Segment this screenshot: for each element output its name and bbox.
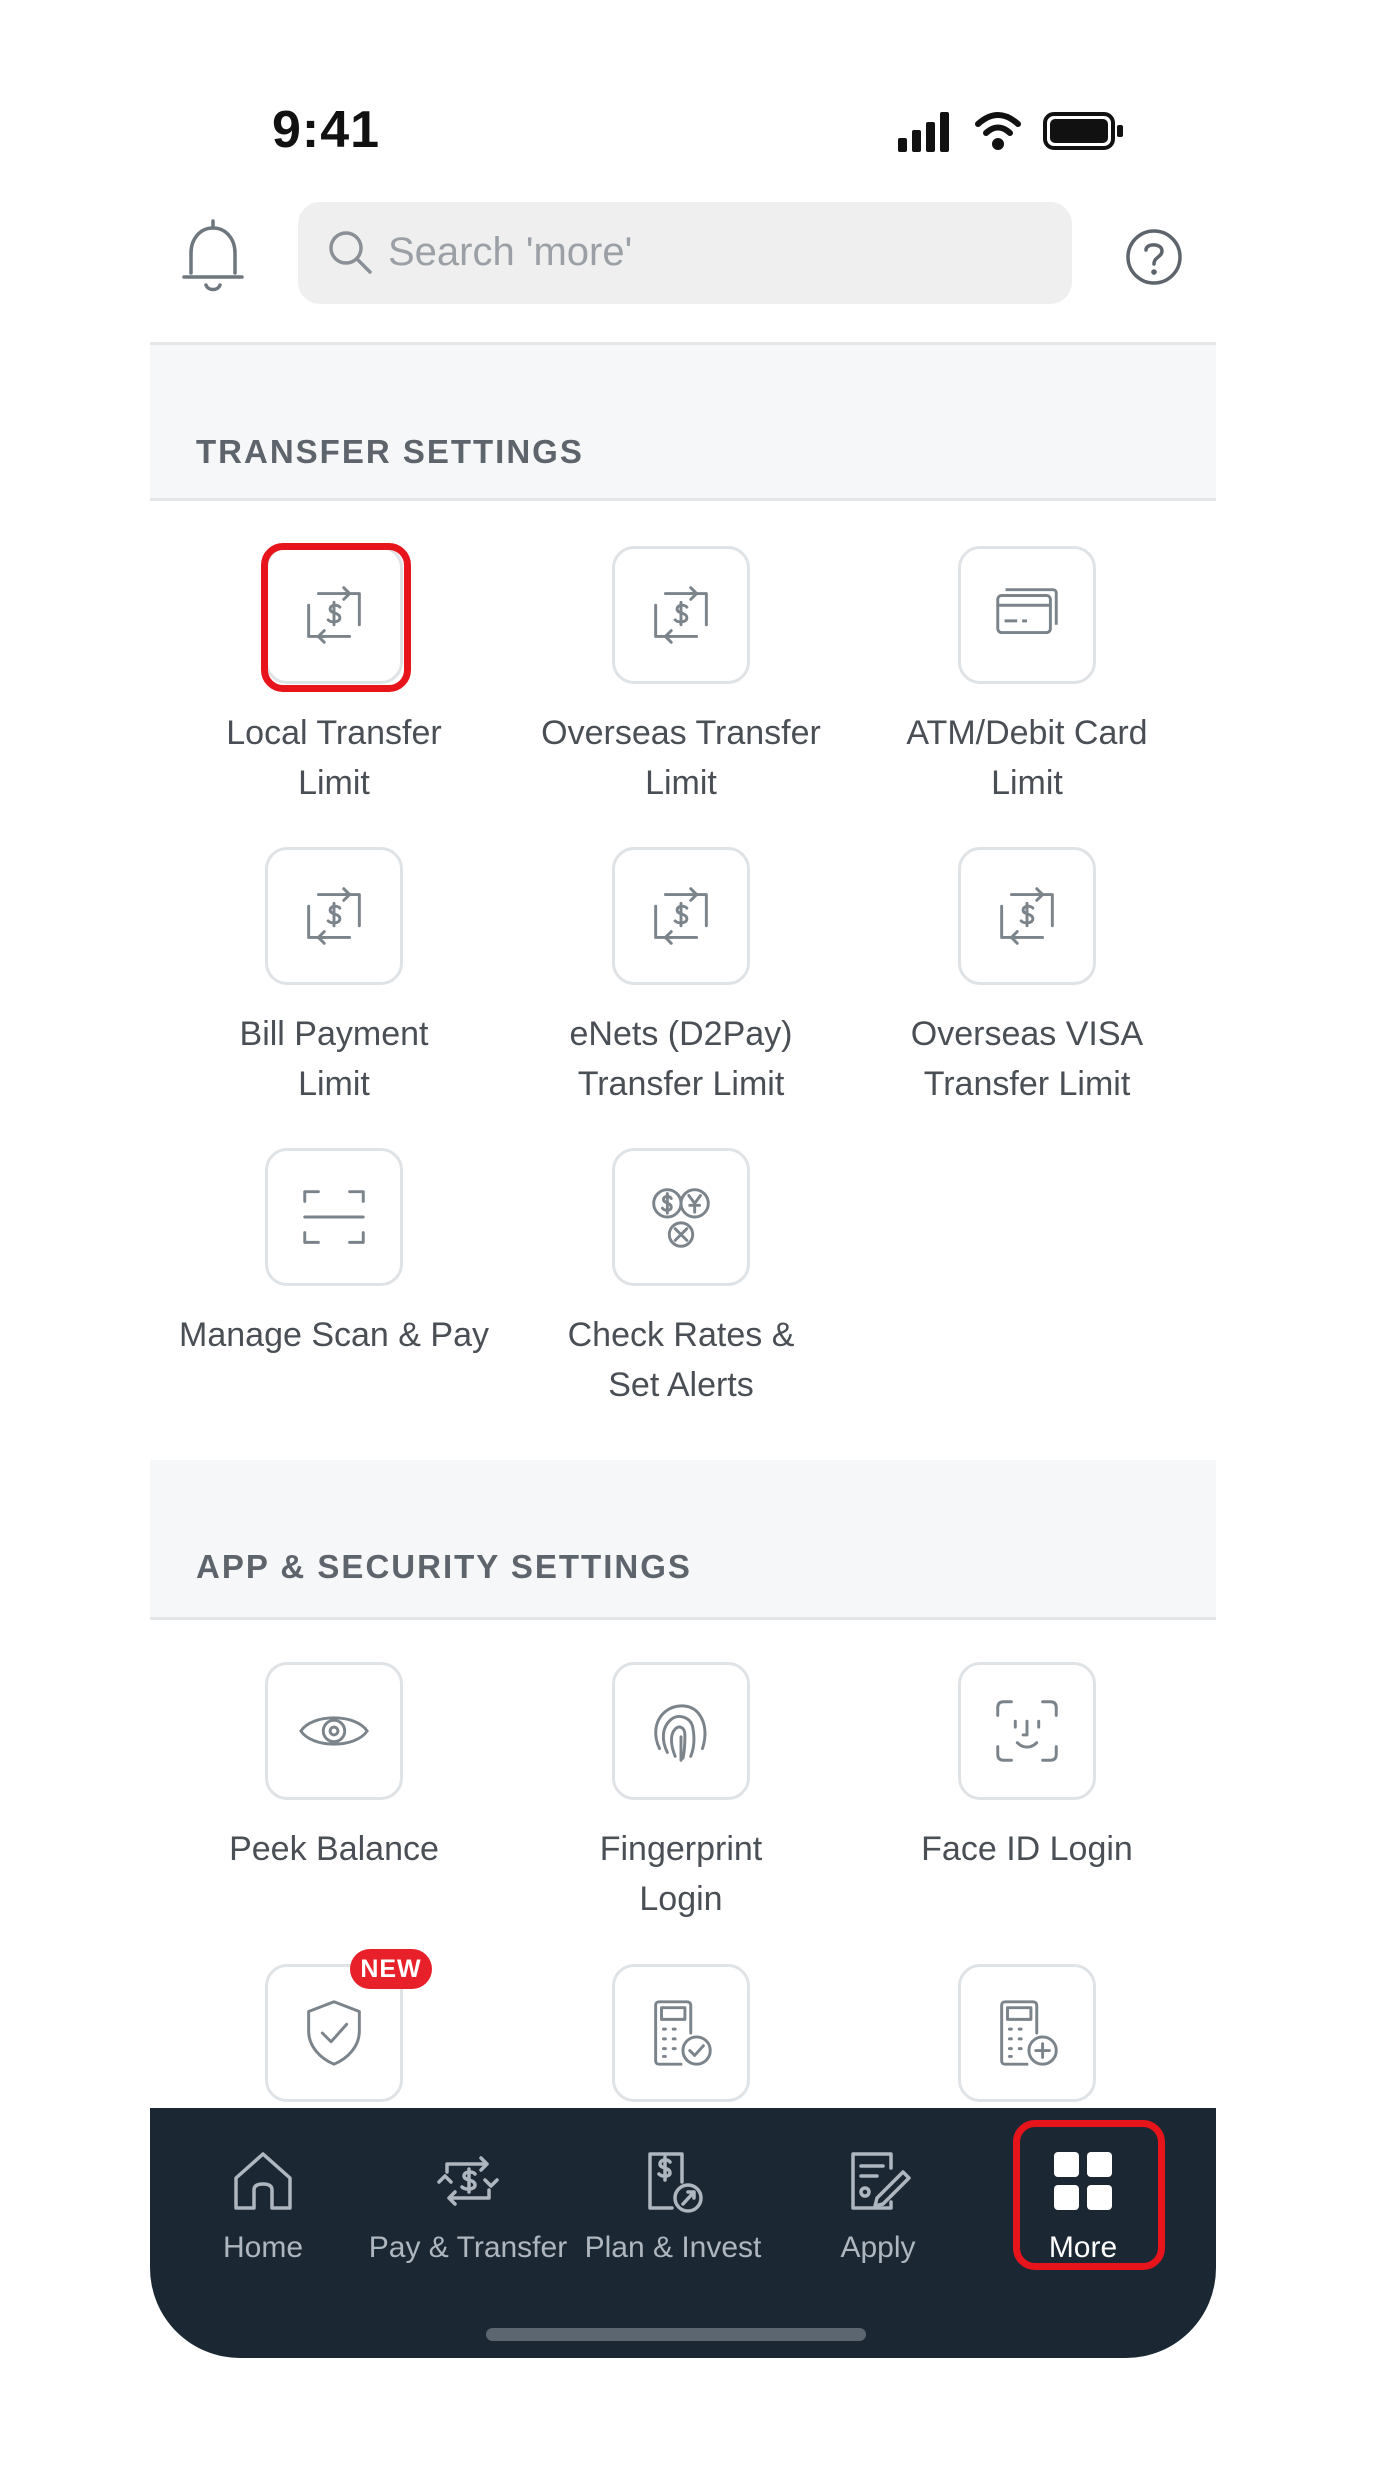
tile-overseas-visa-transfer-limit[interactable]: Overseas VISA Transfer Limit <box>867 847 1187 1103</box>
highlight-local-transfer <box>261 543 411 692</box>
tile-check-rates-set-alerts[interactable]: Check Rates & Set Alerts <box>521 1148 841 1404</box>
tile-face-id-login[interactable]: Face ID Login <box>867 1662 1187 1902</box>
status-icons <box>898 112 1123 152</box>
help-icon[interactable] <box>1124 227 1184 287</box>
tile-overseas-transfer-limit[interactable]: Overseas Transfer Limit <box>521 546 841 802</box>
transfer-dollar-icon <box>642 877 720 955</box>
tile-label: Manage Scan & Pay <box>179 1316 489 1354</box>
new-badge: NEW <box>350 1949 432 1989</box>
transfer-dollar-icon <box>988 877 1066 955</box>
card-icon <box>996 588 1058 635</box>
section-divider <box>150 1617 1216 1620</box>
tile-manage-scan-pay[interactable]: Manage Scan & Pay <box>174 1148 494 1388</box>
tile-label: eNets (D2Pay) Transfer Limit <box>569 1015 793 1103</box>
tile-label: Peek Balance <box>229 1830 439 1868</box>
tile-peek-balance[interactable]: Peek Balance <box>174 1662 494 1902</box>
tile-fingerprint-login[interactable]: Fingerprint Login <box>521 1662 841 1918</box>
search-input[interactable]: Search 'more' <box>298 202 1072 304</box>
plan-invest-icon <box>648 2152 703 2213</box>
notification-bell-icon[interactable] <box>178 215 248 295</box>
fingerprint-icon <box>654 1704 707 1762</box>
search-placeholder: Search 'more' <box>388 230 633 274</box>
section-divider <box>150 498 1216 501</box>
section-title: APP & SECURITY SETTINGS <box>196 1548 692 1585</box>
pay-transfer-icon <box>437 2156 499 2206</box>
face-id-icon <box>996 1700 1058 1762</box>
home-indicator <box>486 2328 866 2341</box>
tile-label: Check Rates & Set Alerts <box>567 1316 795 1404</box>
tile-label: Local Transfer Limit <box>226 714 442 802</box>
tile-enets-transfer-limit[interactable]: eNets (D2Pay) Transfer Limit <box>521 847 841 1103</box>
home-icon <box>234 2152 292 2210</box>
eye-icon <box>299 1716 369 1746</box>
tile-label: Overseas VISA Transfer Limit <box>910 1015 1144 1103</box>
nav-home[interactable]: Home <box>160 2144 366 2265</box>
section-header-app-security: APP & SECURITY SETTINGS <box>150 1460 1216 1617</box>
highlight-more <box>1013 2120 1165 2270</box>
tile-label: Overseas Transfer Limit <box>541 714 821 802</box>
scan-frame-icon <box>303 1190 365 1244</box>
apply-icon <box>851 2152 911 2210</box>
shield-check-icon <box>307 2000 361 2066</box>
nav-apply[interactable]: Apply <box>775 2144 981 2265</box>
transfer-dollar-icon <box>642 576 720 654</box>
tile-label: Fingerprint Login <box>599 1830 763 1918</box>
tile-label: Bill Payment Limit <box>239 1015 429 1103</box>
calculator-plus-icon <box>1000 2000 1058 2066</box>
search-icon <box>329 231 372 274</box>
tile-label: ATM/Debit Card Limit <box>906 714 1148 802</box>
currency-exchange-icon <box>652 1188 710 1248</box>
tile-label: Face ID Login <box>921 1830 1133 1868</box>
status-time: 9:41 <box>272 101 381 159</box>
section-title: TRANSFER SETTINGS <box>196 433 584 470</box>
tile-bill-payment-limit[interactable]: Bill Payment Limit <box>174 847 494 1103</box>
nav-pay-transfer[interactable]: Pay & Transfer <box>365 2144 571 2265</box>
transfer-dollar-icon <box>295 877 373 955</box>
tile-atm-debit-card-limit[interactable]: ATM/Debit Card Limit <box>867 546 1187 802</box>
nav-plan-invest[interactable]: Plan & Invest <box>570 2144 776 2265</box>
section-header-transfer: TRANSFER SETTINGS <box>150 345 1216 498</box>
calculator-check-icon <box>654 2000 712 2066</box>
